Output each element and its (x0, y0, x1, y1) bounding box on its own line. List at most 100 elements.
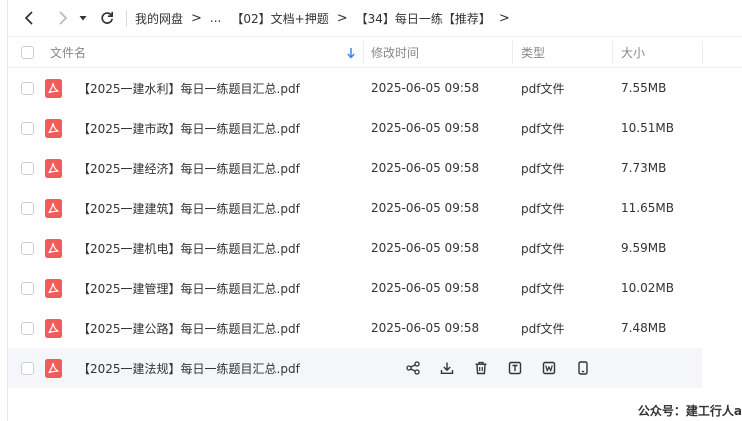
file-size: 10.02MB (621, 281, 674, 295)
column-divider[interactable] (612, 41, 613, 64)
row-checkbox[interactable] (21, 321, 34, 335)
file-modified-time: 2025-06-05 09:58 (371, 241, 480, 255)
row-checkbox[interactable] (21, 201, 34, 215)
column-type-header[interactable]: 类型 (521, 37, 545, 68)
forward-button[interactable] (50, 5, 76, 31)
file-modified-time: 2025-06-05 09:58 (371, 161, 480, 175)
file-type: pdf文件 (521, 121, 565, 136)
file-name[interactable]: 【2025一建管理】每日一练题目汇总.pdf (78, 280, 300, 297)
mobile-icon (578, 361, 588, 375)
history-dropdown-button[interactable] (76, 5, 90, 31)
row-checkbox[interactable] (21, 361, 34, 375)
file-name[interactable]: 【2025一建建筑】每日一练题目汇总.pdf (78, 200, 300, 217)
file-type: pdf文件 (521, 281, 565, 296)
file-name[interactable]: 【2025一建公路】每日一练题目汇总.pdf (78, 320, 300, 337)
column-name-header[interactable]: 文件名 (50, 37, 86, 68)
refresh-button[interactable] (94, 5, 120, 31)
pdf-file-icon (45, 238, 62, 258)
caret-down-icon (79, 16, 87, 21)
file-type: pdf文件 (521, 321, 565, 336)
file-modified-time: 2025-06-05 09:58 (371, 281, 480, 295)
row-checkbox[interactable] (21, 81, 34, 95)
file-name[interactable]: 【2025一建经济】每日一练题目汇总.pdf (78, 160, 300, 177)
pdf-file-icon (45, 318, 62, 338)
toolbar-divider (126, 10, 127, 26)
row-checkbox[interactable] (21, 241, 34, 255)
back-button[interactable] (16, 5, 42, 31)
column-modified-header[interactable]: 修改时间 (371, 37, 419, 68)
breadcrumb-item-folder-02[interactable]: 【02】文档+押题 (231, 10, 328, 27)
breadcrumb-separator: > (498, 10, 510, 26)
file-name[interactable]: 【2025一建机电】每日一练题目汇总.pdf (78, 240, 300, 257)
sort-arrow-down-icon (347, 47, 355, 58)
column-type-label: 类型 (521, 46, 546, 60)
table-row[interactable]: 【2025一建水利】每日一练题目汇总.pdf 2025-06-05 09:58 pd… (8, 68, 742, 108)
breadcrumb-separator: > (336, 10, 348, 26)
table-row[interactable]: 【2025一建市政】每日一练题目汇总.pdf 2025-06-05 09:58 pd… (8, 108, 742, 148)
word-convert-icon (542, 361, 556, 375)
download-button[interactable] (433, 354, 461, 382)
file-list-header: 文件名 修改时间 类型 大小 (8, 36, 742, 68)
pdf-file-icon (45, 78, 62, 98)
refresh-icon (101, 11, 114, 24)
convert-word-button[interactable] (535, 354, 563, 382)
file-modified-time: 2025-06-05 09:58 (371, 201, 480, 215)
file-type: pdf文件 (521, 201, 565, 216)
left-panel-edge (0, 0, 8, 421)
row-actions (399, 348, 597, 388)
download-icon (440, 362, 454, 374)
column-size-header[interactable]: 大小 (621, 37, 645, 68)
column-name-label: 文件名 (50, 46, 87, 60)
table-row-hovered[interactable]: 【2025一建法规】每日一练题目汇总.pdf (8, 348, 702, 388)
file-type: pdf文件 (521, 81, 565, 96)
table-row[interactable]: 【2025一建机电】每日一练题目汇总.pdf 2025-06-05 09:58 pd… (8, 228, 742, 268)
file-modified-time: 2025-06-05 09:58 (371, 321, 480, 335)
pdf-file-icon (45, 118, 62, 138)
file-size: 11.65MB (621, 201, 674, 215)
share-button[interactable] (399, 354, 427, 382)
breadcrumb-item-folder-34[interactable]: 【34】每日一练【推荐】 (356, 10, 491, 27)
breadcrumb-item-root[interactable]: 我的网盘 (135, 10, 183, 27)
select-all-cell (21, 37, 34, 68)
file-size: 7.48MB (621, 321, 667, 335)
share-icon (406, 361, 420, 375)
file-size: 7.55MB (621, 81, 667, 95)
breadcrumb-item-collapsed[interactable]: ... (210, 11, 221, 25)
file-modified-time: 2025-06-05 09:58 (371, 81, 480, 95)
file-type: pdf文件 (521, 161, 565, 176)
watermark: 公众号：建工行人a (637, 404, 742, 418)
pdf-file-icon (45, 198, 62, 218)
file-size: 10.51MB (621, 121, 674, 135)
column-divider[interactable] (512, 41, 513, 64)
file-name[interactable]: 【2025一建水利】每日一练题目汇总.pdf (78, 80, 300, 97)
table-row[interactable]: 【2025一建经济】每日一练题目汇总.pdf 2025-06-05 09:58 pd… (8, 148, 742, 188)
row-checkbox[interactable] (21, 281, 34, 295)
breadcrumb-separator: > (191, 10, 202, 26)
pdf-file-icon (45, 358, 62, 378)
column-divider[interactable] (702, 41, 703, 64)
column-size-label: 大小 (621, 46, 646, 60)
table-row[interactable]: 【2025一建公路】每日一练题目汇总.pdf 2025-06-05 09:58 pd… (8, 308, 742, 348)
table-row[interactable]: 【2025一建管理】每日一练题目汇总.pdf 2025-06-05 09:58 pd… (8, 268, 742, 308)
column-divider[interactable] (363, 41, 364, 64)
extract-text-button[interactable] (501, 354, 529, 382)
sort-indicator[interactable] (346, 37, 356, 68)
file-size: 9.59MB (621, 241, 667, 255)
delete-icon (475, 361, 487, 375)
file-type: pdf文件 (521, 241, 565, 256)
breadcrumb: 我的网盘 > ... 【02】文档+押题 > 【34】每日一练【推荐】 > (135, 10, 518, 27)
chevron-left-icon (25, 11, 33, 25)
send-to-phone-button[interactable] (569, 354, 597, 382)
row-checkbox[interactable] (21, 121, 34, 135)
delete-button[interactable] (467, 354, 495, 382)
file-modified-time: 2025-06-05 09:58 (371, 121, 480, 135)
pdf-file-icon (45, 278, 62, 298)
column-modified-label: 修改时间 (371, 46, 420, 60)
select-all-checkbox[interactable] (21, 46, 34, 59)
file-name[interactable]: 【2025一建市政】每日一练题目汇总.pdf (78, 120, 300, 137)
file-name[interactable]: 【2025一建法规】每日一练题目汇总.pdf (78, 360, 300, 377)
row-checkbox[interactable] (21, 161, 34, 175)
table-row[interactable]: 【2025一建建筑】每日一练题目汇总.pdf 2025-06-05 09:58 pd… (8, 188, 742, 228)
chevron-right-icon (59, 11, 67, 25)
text-extract-icon (508, 361, 522, 375)
